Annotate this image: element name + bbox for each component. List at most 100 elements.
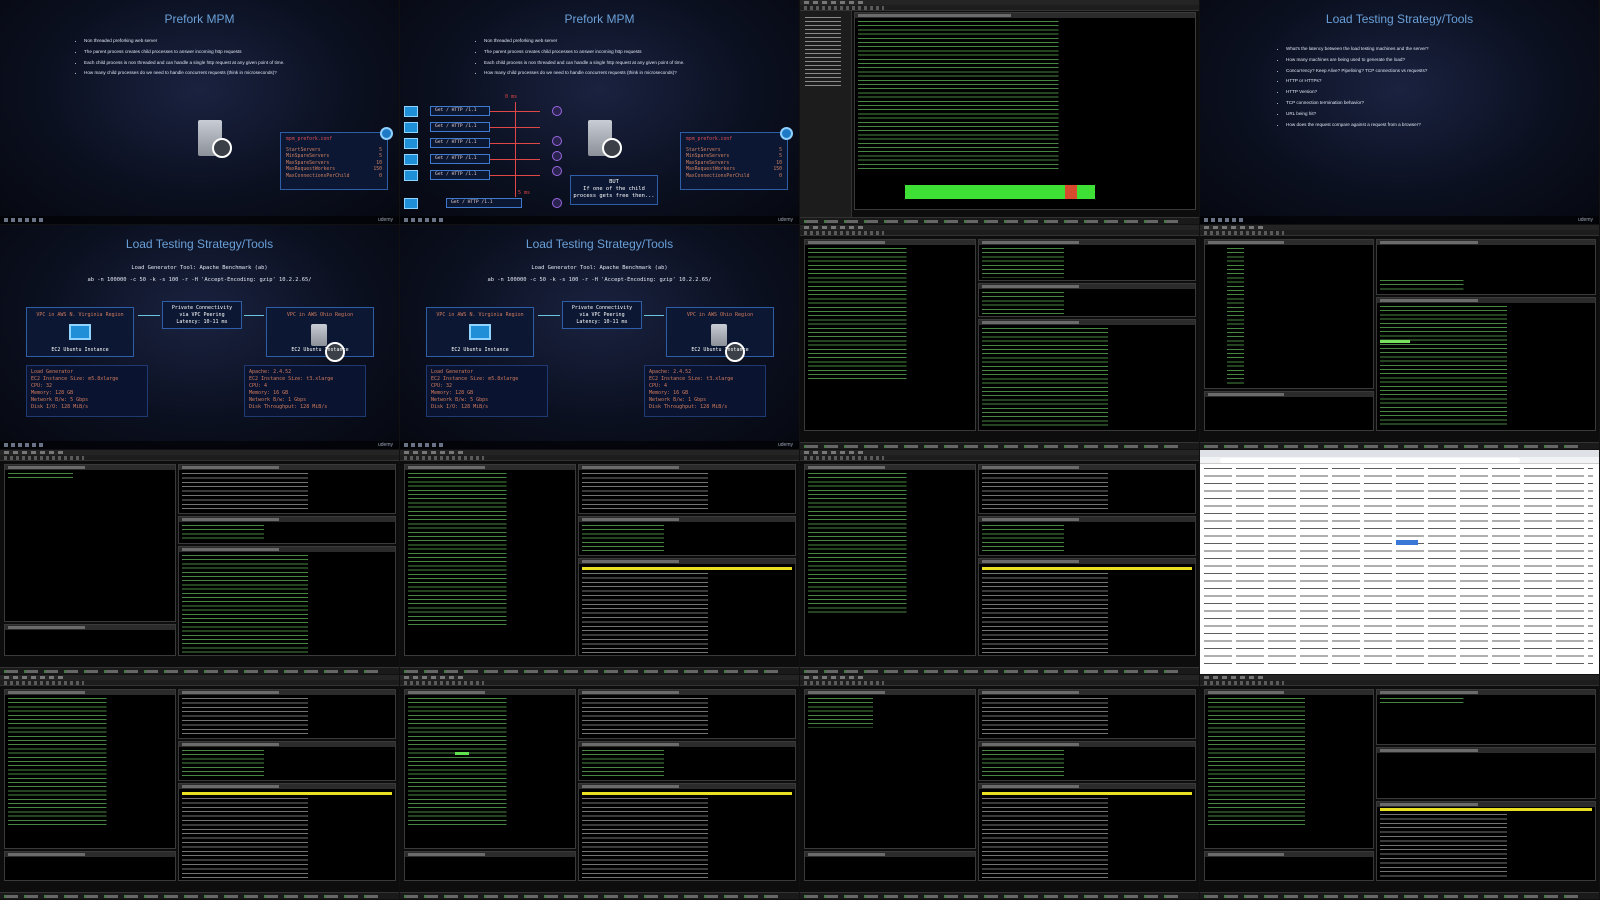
terminal-pane[interactable] <box>1376 801 1596 881</box>
bullet: Non threaded preforking web server <box>84 36 378 47</box>
time-start-label: 0 ms <box>505 94 518 100</box>
toolbar[interactable] <box>400 455 799 461</box>
pane-titlebar <box>979 690 1195 695</box>
terminal-pane[interactable] <box>1376 239 1596 295</box>
gear-icon <box>780 127 793 140</box>
taskbar[interactable] <box>0 667 399 674</box>
terminal-pane[interactable] <box>578 516 796 556</box>
terminal-output <box>982 750 1120 778</box>
terminal-pane[interactable] <box>178 546 396 656</box>
taskbar[interactable] <box>400 892 799 899</box>
terminal-pane[interactable] <box>804 689 976 849</box>
thumbnail-access-log-browser[interactable] <box>1200 450 1600 675</box>
toolbar[interactable] <box>1200 230 1599 236</box>
terminal-pane[interactable] <box>4 689 176 849</box>
toolbar[interactable] <box>0 455 399 461</box>
toolbar[interactable] <box>800 5 1199 11</box>
terminal-pane[interactable] <box>178 741 396 781</box>
terminal-pane[interactable] <box>978 783 1196 881</box>
terminal-pane[interactable] <box>804 239 976 431</box>
player-controls[interactable]: udemy <box>1200 216 1599 224</box>
text-selection <box>1396 540 1418 545</box>
terminal-pane[interactable] <box>978 689 1196 739</box>
terminal-pane[interactable] <box>1376 747 1596 799</box>
bidirectional-arrow <box>538 315 560 316</box>
thumbnail-config-editor[interactable] <box>800 0 1200 225</box>
taskbar[interactable] <box>400 667 799 674</box>
toolbar[interactable] <box>0 680 399 686</box>
but-title: BUT <box>609 179 619 185</box>
terminal-pane[interactable] <box>404 464 576 656</box>
terminal-pane[interactable] <box>978 464 1196 514</box>
terminal-pane[interactable] <box>978 319 1196 431</box>
player-controls[interactable]: udemy <box>0 216 399 224</box>
thumbnail-benchmark-results-2[interactable] <box>400 675 800 900</box>
taskbar[interactable] <box>1200 892 1599 899</box>
terminal-pane[interactable] <box>1204 239 1374 389</box>
file-tree[interactable] <box>800 11 852 217</box>
terminal-pane[interactable] <box>978 741 1196 781</box>
thumbnail-load-testing-architecture-1[interactable]: Load Testing Strategy/Tools Load Generat… <box>0 225 400 450</box>
terminal-pane[interactable] <box>804 851 976 881</box>
terminal-pane[interactable] <box>578 464 796 514</box>
taskbar[interactable] <box>1200 442 1599 449</box>
toolbar[interactable] <box>800 680 1199 686</box>
player-controls[interactable]: udemy <box>400 441 799 449</box>
browser-tab-strip[interactable] <box>1200 450 1599 457</box>
terminal-pane[interactable] <box>178 516 396 544</box>
terminal-pane[interactable] <box>804 464 976 656</box>
thumbnail-terminal-session-2[interactable] <box>1200 225 1600 450</box>
thumbnail-benchmark-results-3[interactable] <box>800 675 1200 900</box>
terminal-pane[interactable] <box>978 239 1196 281</box>
terminal-pane[interactable] <box>4 851 176 881</box>
terminal-pane[interactable] <box>1376 297 1596 431</box>
terminal-pane[interactable] <box>1204 689 1374 849</box>
taskbar[interactable] <box>800 217 1199 224</box>
terminal-pane[interactable] <box>178 689 396 739</box>
toolbar[interactable] <box>1200 680 1599 686</box>
terminal-pane[interactable] <box>404 689 576 849</box>
thumbnail-prefork-mpm-1[interactable]: Prefork MPM Non threaded preforking web … <box>0 0 400 225</box>
toolbar[interactable] <box>800 230 1199 236</box>
player-controls[interactable]: udemy <box>0 441 399 449</box>
terminal-pane[interactable] <box>4 464 176 622</box>
terminal-pane[interactable] <box>178 464 396 514</box>
terminal-pane[interactable] <box>578 558 796 656</box>
thumbnail-benchmark-results-1[interactable] <box>0 675 400 900</box>
terminal-output <box>182 698 392 736</box>
thumbnail-load-testing-questions[interactable]: Load Testing Strategy/Tools What's the l… <box>1200 0 1600 225</box>
terminal-pane[interactable] <box>404 851 576 881</box>
bullet: How many child processes do we need to h… <box>484 68 778 79</box>
thumbnail-load-testing-architecture-2[interactable]: Load Testing Strategy/Tools Load Generat… <box>400 225 800 450</box>
child-process-icon <box>552 166 562 176</box>
thumbnail-prefork-mpm-2[interactable]: Prefork MPM Non threaded preforking web … <box>400 0 800 225</box>
terminal-pane[interactable] <box>1204 391 1374 431</box>
terminal-pane[interactable] <box>578 689 796 739</box>
taskbar[interactable] <box>0 892 399 899</box>
terminal-pane[interactable] <box>854 12 1196 210</box>
terminal-pane[interactable] <box>578 783 796 881</box>
thumbnail-benchmark-results-4[interactable] <box>1200 675 1600 900</box>
taskbar[interactable] <box>800 442 1199 449</box>
thumbnail-benchmark-run-1[interactable] <box>0 450 400 675</box>
terminal-pane[interactable] <box>978 516 1196 556</box>
browser-address-bar[interactable] <box>1200 457 1599 464</box>
request-arrow <box>490 127 540 128</box>
pane-titlebar <box>5 852 175 857</box>
terminal-pane[interactable] <box>1204 851 1374 881</box>
terminal-pane[interactable] <box>578 741 796 781</box>
terminal-pane[interactable] <box>178 783 396 881</box>
thumbnail-benchmark-run-3[interactable] <box>800 450 1200 675</box>
thumbnail-terminal-session-1[interactable] <box>800 225 1200 450</box>
taskbar[interactable] <box>800 892 1199 899</box>
terminal-pane[interactable] <box>978 283 1196 317</box>
terminal-pane[interactable] <box>1376 689 1596 745</box>
pane-titlebar <box>1205 690 1373 695</box>
taskbar[interactable] <box>800 667 1199 674</box>
terminal-pane[interactable] <box>4 624 176 656</box>
thumbnail-benchmark-run-2[interactable] <box>400 450 800 675</box>
toolbar[interactable] <box>800 455 1199 461</box>
player-controls[interactable]: udemy <box>400 216 799 224</box>
toolbar[interactable] <box>400 680 799 686</box>
terminal-pane[interactable] <box>978 558 1196 656</box>
